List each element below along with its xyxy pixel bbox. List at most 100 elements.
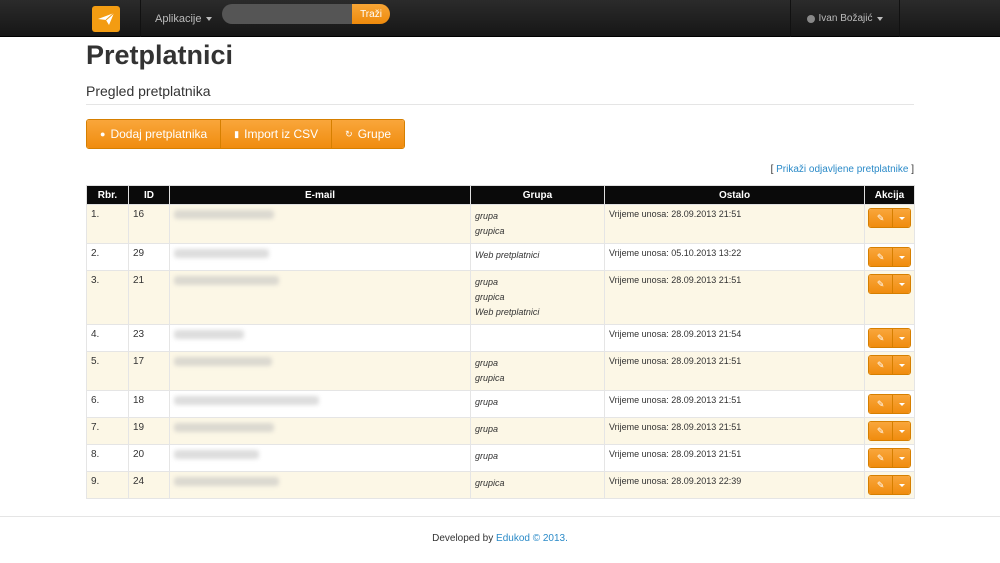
show-unsubscribed-toggle: [ Prikaži odjavljene pretplatnike ] — [771, 164, 914, 175]
group-name: grupa — [475, 451, 499, 461]
cell-ostalo: Vrijeme unosa: 28.09.2013 21:54 — [604, 324, 865, 352]
chevron-down-icon — [898, 282, 905, 286]
actions-dropdown-button[interactable] — [893, 209, 910, 227]
cell-actions: ✎ — [864, 270, 915, 325]
table-row: 8. 20 grupa Vrijeme unosa: 28.09.2013 21:51… — [86, 444, 915, 472]
action-button-group: ✎ — [868, 394, 911, 414]
search-button[interactable]: Traži — [352, 4, 390, 24]
edit-button[interactable]: ✎ — [869, 395, 894, 413]
group-name: grupica — [475, 226, 505, 236]
column-header[interactable]: E-mail — [169, 185, 471, 205]
column-header[interactable]: Grupa — [470, 185, 605, 205]
cell-rbr: 7. — [86, 417, 129, 445]
action-button-group: ✎ — [868, 328, 911, 348]
cell-rbr: 8. — [86, 444, 129, 472]
pencil-icon: ✎ — [876, 359, 885, 370]
group-name: grupica — [475, 373, 505, 383]
edit-button[interactable]: ✎ — [869, 356, 894, 374]
pencil-icon: ✎ — [876, 479, 885, 490]
cell-groups: grupa grupica Web pretplatnici — [470, 270, 605, 325]
chevron-down-icon — [206, 16, 213, 21]
cell-id: 29 — [128, 243, 170, 271]
action-button-group: ✎ — [868, 208, 911, 228]
group-name: grupica — [475, 478, 505, 488]
pencil-icon: ✎ — [876, 278, 885, 289]
search-form: Traži — [222, 4, 390, 24]
row-actions: ✎ — [868, 421, 911, 441]
group-name: grupa — [475, 358, 499, 368]
table-row: 1. 16 grupa grupica Vrijeme unosa: 28.09.201… — [86, 204, 915, 244]
cell-id: 24 — [128, 471, 170, 499]
redacted-email — [174, 330, 244, 339]
cell-actions: ✎ — [864, 324, 915, 352]
show-unsubscribed-link[interactable]: Prikaži odjavljene pretplatnike — [776, 164, 908, 175]
group-name: Web pretplatnici — [475, 250, 540, 260]
table-header-row: Rbr. ID E-mail Grupa Ostalo Akcija — [86, 185, 915, 205]
row-actions: ✎ — [868, 208, 911, 228]
groups-button[interactable]: ↻ Grupe — [332, 120, 405, 148]
cell-id: 16 — [128, 204, 170, 244]
cell-actions: ✎ — [864, 351, 915, 391]
cell-ostalo: Vrijeme unosa: 28.09.2013 21:51 — [604, 390, 865, 418]
user-menu[interactable]: Ivan Božajić — [790, 0, 900, 37]
cell-id: 21 — [128, 270, 170, 325]
actions-dropdown-button[interactable] — [893, 329, 910, 347]
edit-button[interactable]: ✎ — [869, 209, 894, 227]
cell-groups: grupa grupica — [470, 351, 605, 391]
column-header[interactable]: ID — [128, 185, 170, 205]
footer-link[interactable]: Edukod © 2013. — [496, 533, 568, 544]
cell-ostalo: Vrijeme unosa: 28.09.2013 21:51 — [604, 270, 865, 325]
chevron-down-icon — [898, 402, 905, 406]
cell-id: 18 — [128, 390, 170, 418]
redacted-email — [174, 249, 269, 258]
group-name: grupa — [475, 424, 499, 434]
row-actions: ✎ — [868, 274, 911, 294]
table-row: 6. 18 grupa Vrijeme unosa: 28.09.2013 21:51… — [86, 390, 915, 418]
import-csv-button[interactable]: ▮ Import iz CSV — [221, 120, 333, 148]
bracket-close: ] — [911, 164, 914, 175]
actions-dropdown-button[interactable] — [893, 275, 910, 293]
group-name: grupica — [475, 292, 505, 302]
table-row: 3. 21 grupa grupica Web pretplatnici Vrijeme … — [86, 270, 915, 325]
edit-button[interactable]: ✎ — [869, 275, 894, 293]
cell-rbr: 1. — [86, 204, 129, 244]
column-header[interactable]: Rbr. — [86, 185, 129, 205]
cell-actions: ✎ — [864, 204, 915, 244]
cell-email — [169, 243, 471, 271]
edit-button[interactable]: ✎ — [869, 329, 894, 347]
cell-id: 19 — [128, 417, 170, 445]
cell-actions: ✎ — [864, 471, 915, 499]
actions-dropdown-button[interactable] — [893, 476, 910, 494]
edit-button[interactable]: ✎ — [869, 449, 894, 467]
cell-email — [169, 417, 471, 445]
subscribers-table-wrap: Rbr. ID E-mail Grupa Ostalo Akcija 1. 16 g… — [86, 185, 915, 499]
add-subscriber-button[interactable]: ● Dodaj pretplatnika — [87, 120, 222, 148]
cell-email — [169, 351, 471, 391]
column-header[interactable]: Ostalo — [604, 185, 865, 205]
actions-dropdown-button[interactable] — [893, 422, 910, 440]
apps-dropdown[interactable]: Aplikacije — [140, 0, 226, 37]
cell-groups: grupa — [470, 444, 605, 472]
cell-ostalo: Vrijeme unosa: 28.09.2013 21:51 — [604, 204, 865, 244]
table-row: 2. 29 Web pretplatnici Vrijeme unosa: 05.10… — [86, 243, 915, 271]
chevron-down-icon — [877, 16, 884, 21]
actions-dropdown-button[interactable] — [893, 248, 910, 266]
cell-ostalo: Vrijeme unosa: 28.09.2013 21:51 — [604, 444, 865, 472]
brand-logo[interactable] — [86, 0, 126, 37]
row-actions: ✎ — [868, 355, 911, 375]
redacted-email — [174, 276, 279, 285]
search-input[interactable] — [222, 4, 352, 24]
cell-ostalo: Vrijeme unosa: 28.09.2013 22:39 — [604, 471, 865, 499]
cell-email — [169, 324, 471, 352]
edit-button[interactable]: ✎ — [869, 422, 894, 440]
actions-dropdown-button[interactable] — [893, 356, 910, 374]
row-actions: ✎ — [868, 448, 911, 468]
cell-email — [169, 390, 471, 418]
edit-button[interactable]: ✎ — [869, 476, 894, 494]
actions-dropdown-button[interactable] — [893, 449, 910, 467]
edit-button[interactable]: ✎ — [869, 248, 894, 266]
actions-dropdown-button[interactable] — [893, 395, 910, 413]
user-name: Ivan Božajić — [818, 13, 873, 24]
row-actions: ✎ — [868, 328, 911, 348]
cell-id: 17 — [128, 351, 170, 391]
